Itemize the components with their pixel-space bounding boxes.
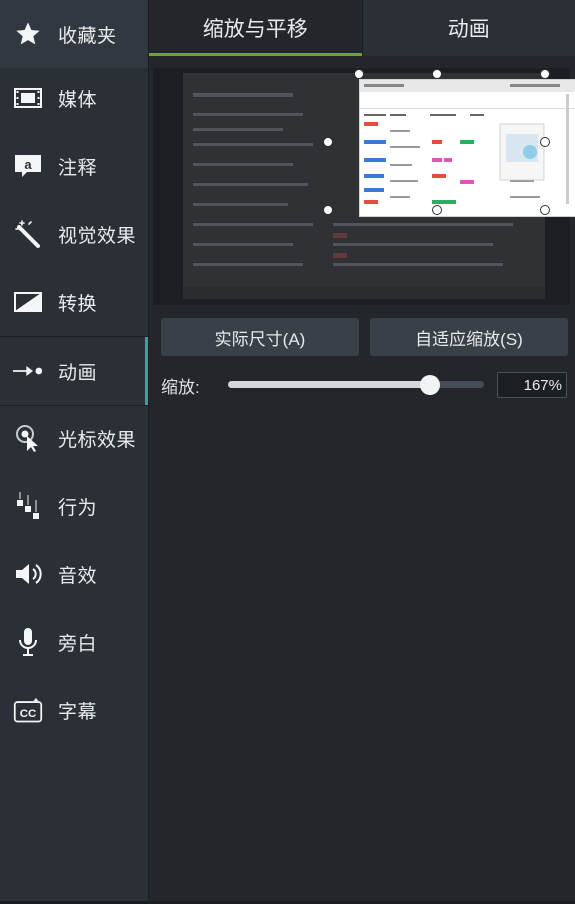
sidebar-item-label: 光标效果 bbox=[58, 429, 137, 451]
sidebar-item-animations[interactable]: 动画 bbox=[0, 336, 148, 406]
behavior-icon bbox=[13, 491, 43, 521]
sidebar-item-label: 收藏夹 bbox=[58, 25, 117, 47]
zoom-slider[interactable] bbox=[228, 375, 484, 395]
microphone-icon bbox=[13, 627, 43, 657]
annotation-icon: a bbox=[13, 151, 43, 181]
sidebar: 收藏夹 媒体 a 注释 视觉效果 转换 动画 光标效果 行为 音效 旁白 CC … bbox=[0, 0, 149, 904]
resize-handle-top-right[interactable] bbox=[540, 69, 550, 79]
sidebar-item-captions[interactable]: CC 字幕 bbox=[0, 676, 148, 744]
captions-icon: CC bbox=[13, 695, 43, 725]
zoom-percentage-input[interactable]: 167% bbox=[497, 372, 567, 398]
sidebar-item-favorites[interactable]: 收藏夹 bbox=[0, 0, 148, 68]
cursor-effect-icon bbox=[13, 423, 43, 453]
magic-wand-icon bbox=[13, 219, 43, 249]
preview-canvas bbox=[183, 73, 575, 299]
sidebar-item-audio-effects[interactable]: 音效 bbox=[0, 540, 148, 608]
resize-handle-top[interactable] bbox=[432, 69, 442, 79]
resize-handle-top-left[interactable] bbox=[354, 69, 364, 79]
actual-size-button[interactable]: 实际尺寸(A) bbox=[161, 318, 359, 356]
sidebar-item-annotations[interactable]: a 注释 bbox=[0, 132, 148, 200]
zoom-preview bbox=[153, 68, 575, 305]
zoom-region[interactable] bbox=[359, 79, 575, 217]
sidebar-item-label: 注释 bbox=[58, 157, 98, 179]
resize-handle-right[interactable] bbox=[540, 137, 550, 147]
svg-text:a: a bbox=[24, 157, 32, 172]
tab-animations[interactable]: 动画 bbox=[361, 0, 575, 56]
sidebar-item-label: 字幕 bbox=[58, 701, 98, 723]
sidebar-item-label: 音效 bbox=[58, 565, 98, 587]
film-icon bbox=[13, 83, 43, 113]
zoom-slider-fill bbox=[228, 381, 431, 388]
sidebar-item-behaviors[interactable]: 行为 bbox=[0, 472, 148, 540]
svg-text:CC: CC bbox=[20, 708, 37, 720]
sidebar-item-label: 媒体 bbox=[58, 89, 98, 111]
sidebar-item-label: 动画 bbox=[58, 362, 98, 384]
sidebar-item-label: 视觉效果 bbox=[58, 225, 137, 247]
sidebar-item-label: 转换 bbox=[58, 293, 98, 315]
sidebar-item-media[interactable]: 媒体 bbox=[0, 64, 148, 132]
sidebar-item-label: 行为 bbox=[58, 497, 98, 519]
fit-zoom-button[interactable]: 自适应缩放(S) bbox=[370, 318, 568, 356]
main-panel: 缩放与平移 动画 实际尺寸(A) 自适应缩放(S) 缩放: 167% bbox=[149, 0, 575, 904]
sidebar-item-cursor-effects[interactable]: 光标效果 bbox=[0, 404, 148, 472]
transition-icon bbox=[13, 287, 43, 317]
tab-zoom-pan[interactable]: 缩放与平移 bbox=[149, 0, 362, 56]
sidebar-item-transitions[interactable]: 转换 bbox=[0, 268, 148, 336]
tab-bar: 缩放与平移 动画 bbox=[149, 0, 575, 56]
resize-handle-left[interactable] bbox=[323, 137, 333, 147]
zoomed-screenshot bbox=[360, 80, 575, 204]
resize-handle-bottom[interactable] bbox=[432, 205, 442, 215]
zoom-label: 缩放: bbox=[161, 378, 200, 397]
speaker-icon bbox=[13, 559, 43, 589]
resize-handle-bottom-left[interactable] bbox=[323, 205, 333, 215]
sidebar-item-visual-effects[interactable]: 视觉效果 bbox=[0, 200, 148, 268]
resize-handle-bottom-right[interactable] bbox=[540, 205, 550, 215]
zoom-slider-knob[interactable] bbox=[420, 375, 441, 395]
animation-arrow-icon bbox=[13, 356, 43, 386]
star-icon bbox=[13, 19, 43, 49]
sidebar-item-voice-narration[interactable]: 旁白 bbox=[0, 608, 148, 676]
sidebar-item-label: 旁白 bbox=[58, 633, 98, 655]
